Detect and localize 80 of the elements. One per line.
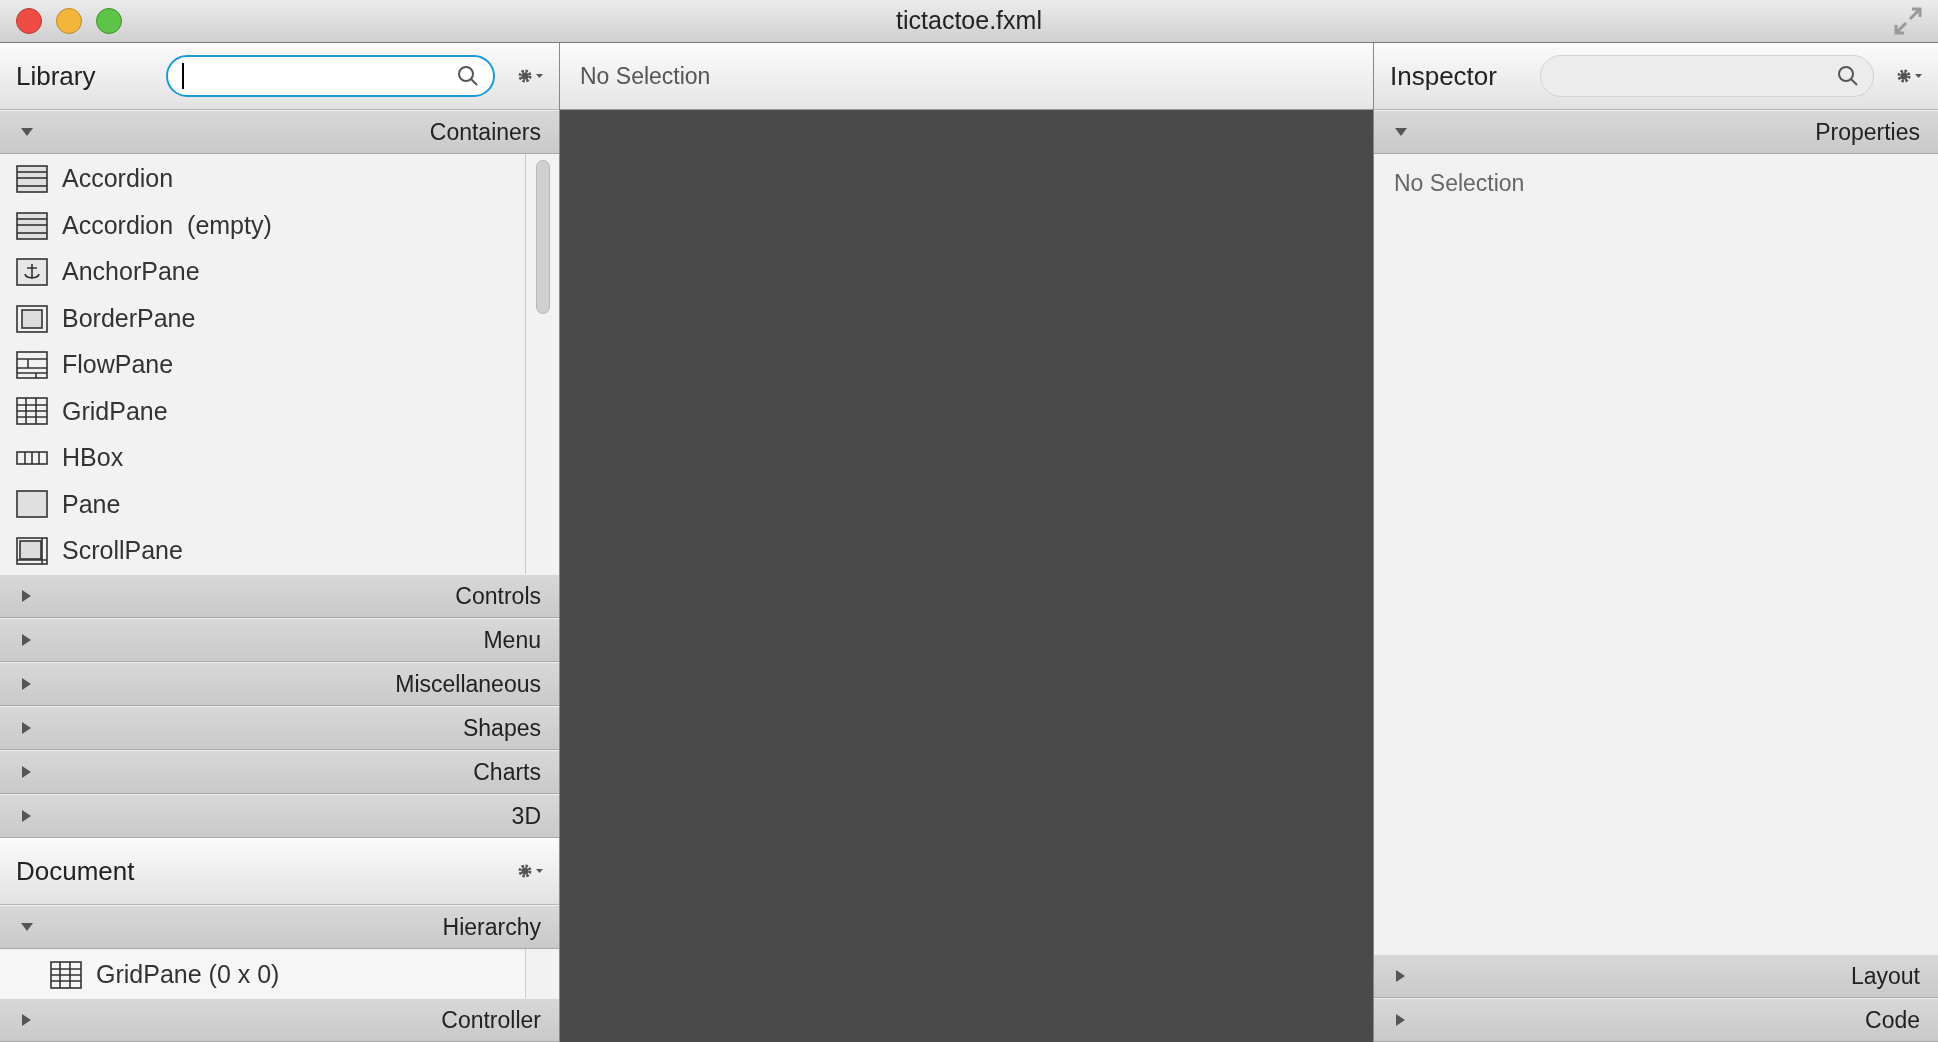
stacked-rows-icon — [16, 164, 48, 195]
list-item[interactable]: GridPane — [0, 388, 525, 435]
section-title: Containers — [429, 117, 541, 147]
section-header[interactable]: Menu — [0, 618, 559, 662]
item-label: GridPane — [62, 395, 168, 427]
list-item[interactable]: GridPane (0 x 0) — [0, 951, 525, 998]
collapsed-triangle-icon — [1394, 1013, 1406, 1027]
scroll-pane-icon — [16, 535, 48, 566]
grid-icon — [50, 959, 82, 990]
section-header[interactable]: Shapes — [0, 706, 559, 750]
panel-title: Inspector — [1390, 59, 1498, 93]
item-label: HBox — [62, 442, 124, 474]
list-item[interactable]: Accordion (empty) — [0, 202, 525, 249]
section-title: Properties — [1815, 117, 1920, 147]
close-button[interactable] — [16, 8, 42, 34]
section-header[interactable]: Containers — [0, 110, 559, 154]
section-title: Shapes — [463, 713, 541, 743]
item-label: FlowPane — [62, 349, 174, 381]
section-title: Controller — [441, 1005, 541, 1035]
list-item[interactable]: Accordion — [0, 156, 525, 203]
list-item[interactable]: HBox — [0, 434, 525, 482]
framed-square-icon — [16, 303, 48, 334]
item-label: ScrollPane — [62, 534, 183, 566]
stacked-rows-icon — [16, 210, 48, 241]
panel-title: Document — [16, 854, 136, 888]
section-title: Code — [1865, 1005, 1920, 1035]
section-header[interactable]: Layout — [1374, 954, 1938, 998]
collapsed-triangle-icon — [20, 809, 32, 823]
item-label: GridPane (0 x 0) — [96, 958, 280, 990]
search-field[interactable] — [166, 55, 495, 97]
expanded-triangle-icon — [1394, 126, 1408, 138]
panel-title: Library — [16, 59, 97, 93]
section-header[interactable]: Miscellaneous — [0, 662, 559, 706]
square-icon — [16, 489, 48, 520]
empty-message: No Selection — [1394, 170, 1525, 196]
selection-label: No Selection — [580, 61, 711, 91]
list-item[interactable]: ScrollPane — [0, 527, 525, 574]
list-item[interactable]: Pane — [0, 481, 525, 528]
item-label: AnchorPane — [62, 256, 200, 288]
window-title: tictactoe.fxml — [896, 5, 1042, 37]
section-header[interactable]: 3D — [0, 794, 559, 838]
section-header[interactable]: Controller — [0, 998, 559, 1042]
section-title: 3D — [511, 801, 541, 831]
collapsed-triangle-icon — [20, 765, 32, 779]
scrollbar-thumb[interactable] — [535, 160, 550, 314]
section-header[interactable]: Code — [1374, 998, 1938, 1042]
fullscreen-icon[interactable] — [1894, 7, 1922, 35]
section-title: Menu — [483, 625, 541, 655]
expanded-triangle-icon — [20, 126, 34, 138]
collapsed-triangle-icon — [20, 633, 32, 647]
search-icon — [1837, 65, 1859, 87]
grid-icon — [16, 396, 48, 427]
collapsed-triangle-icon — [20, 589, 32, 603]
expanded-triangle-icon — [20, 921, 34, 933]
collapsed-triangle-icon — [1394, 969, 1406, 983]
list-item[interactable]: BorderPane — [0, 295, 525, 342]
item-label: BorderPane — [62, 302, 196, 334]
layout-blocks-icon — [16, 349, 48, 380]
section-title: Controls — [455, 581, 541, 611]
section-title: Miscellaneous — [395, 669, 541, 699]
section-header[interactable]: Controls — [0, 574, 559, 618]
section-title: Charts — [473, 757, 541, 787]
section-header[interactable]: Hierarchy — [0, 905, 559, 949]
anchor-icon — [16, 257, 48, 288]
section-header[interactable]: Charts — [0, 750, 559, 794]
minimize-button[interactable] — [56, 8, 82, 34]
search-field[interactable] — [1540, 55, 1874, 97]
collapsed-triangle-icon — [20, 1013, 32, 1027]
zoom-button[interactable] — [96, 8, 122, 34]
collapsed-triangle-icon — [20, 721, 32, 735]
collapsed-triangle-icon — [20, 677, 32, 691]
item-label: Accordion (empty) — [62, 209, 272, 241]
item-label: Accordion — [62, 163, 174, 195]
item-label: Pane — [62, 488, 121, 520]
list-item[interactable]: AnchorPane — [0, 248, 525, 296]
section-title: Hierarchy — [442, 912, 541, 942]
section-header[interactable]: Properties — [1374, 110, 1938, 154]
list-item[interactable]: FlowPane — [0, 341, 525, 389]
section-title: Layout — [1850, 961, 1920, 991]
search-icon — [457, 65, 479, 87]
